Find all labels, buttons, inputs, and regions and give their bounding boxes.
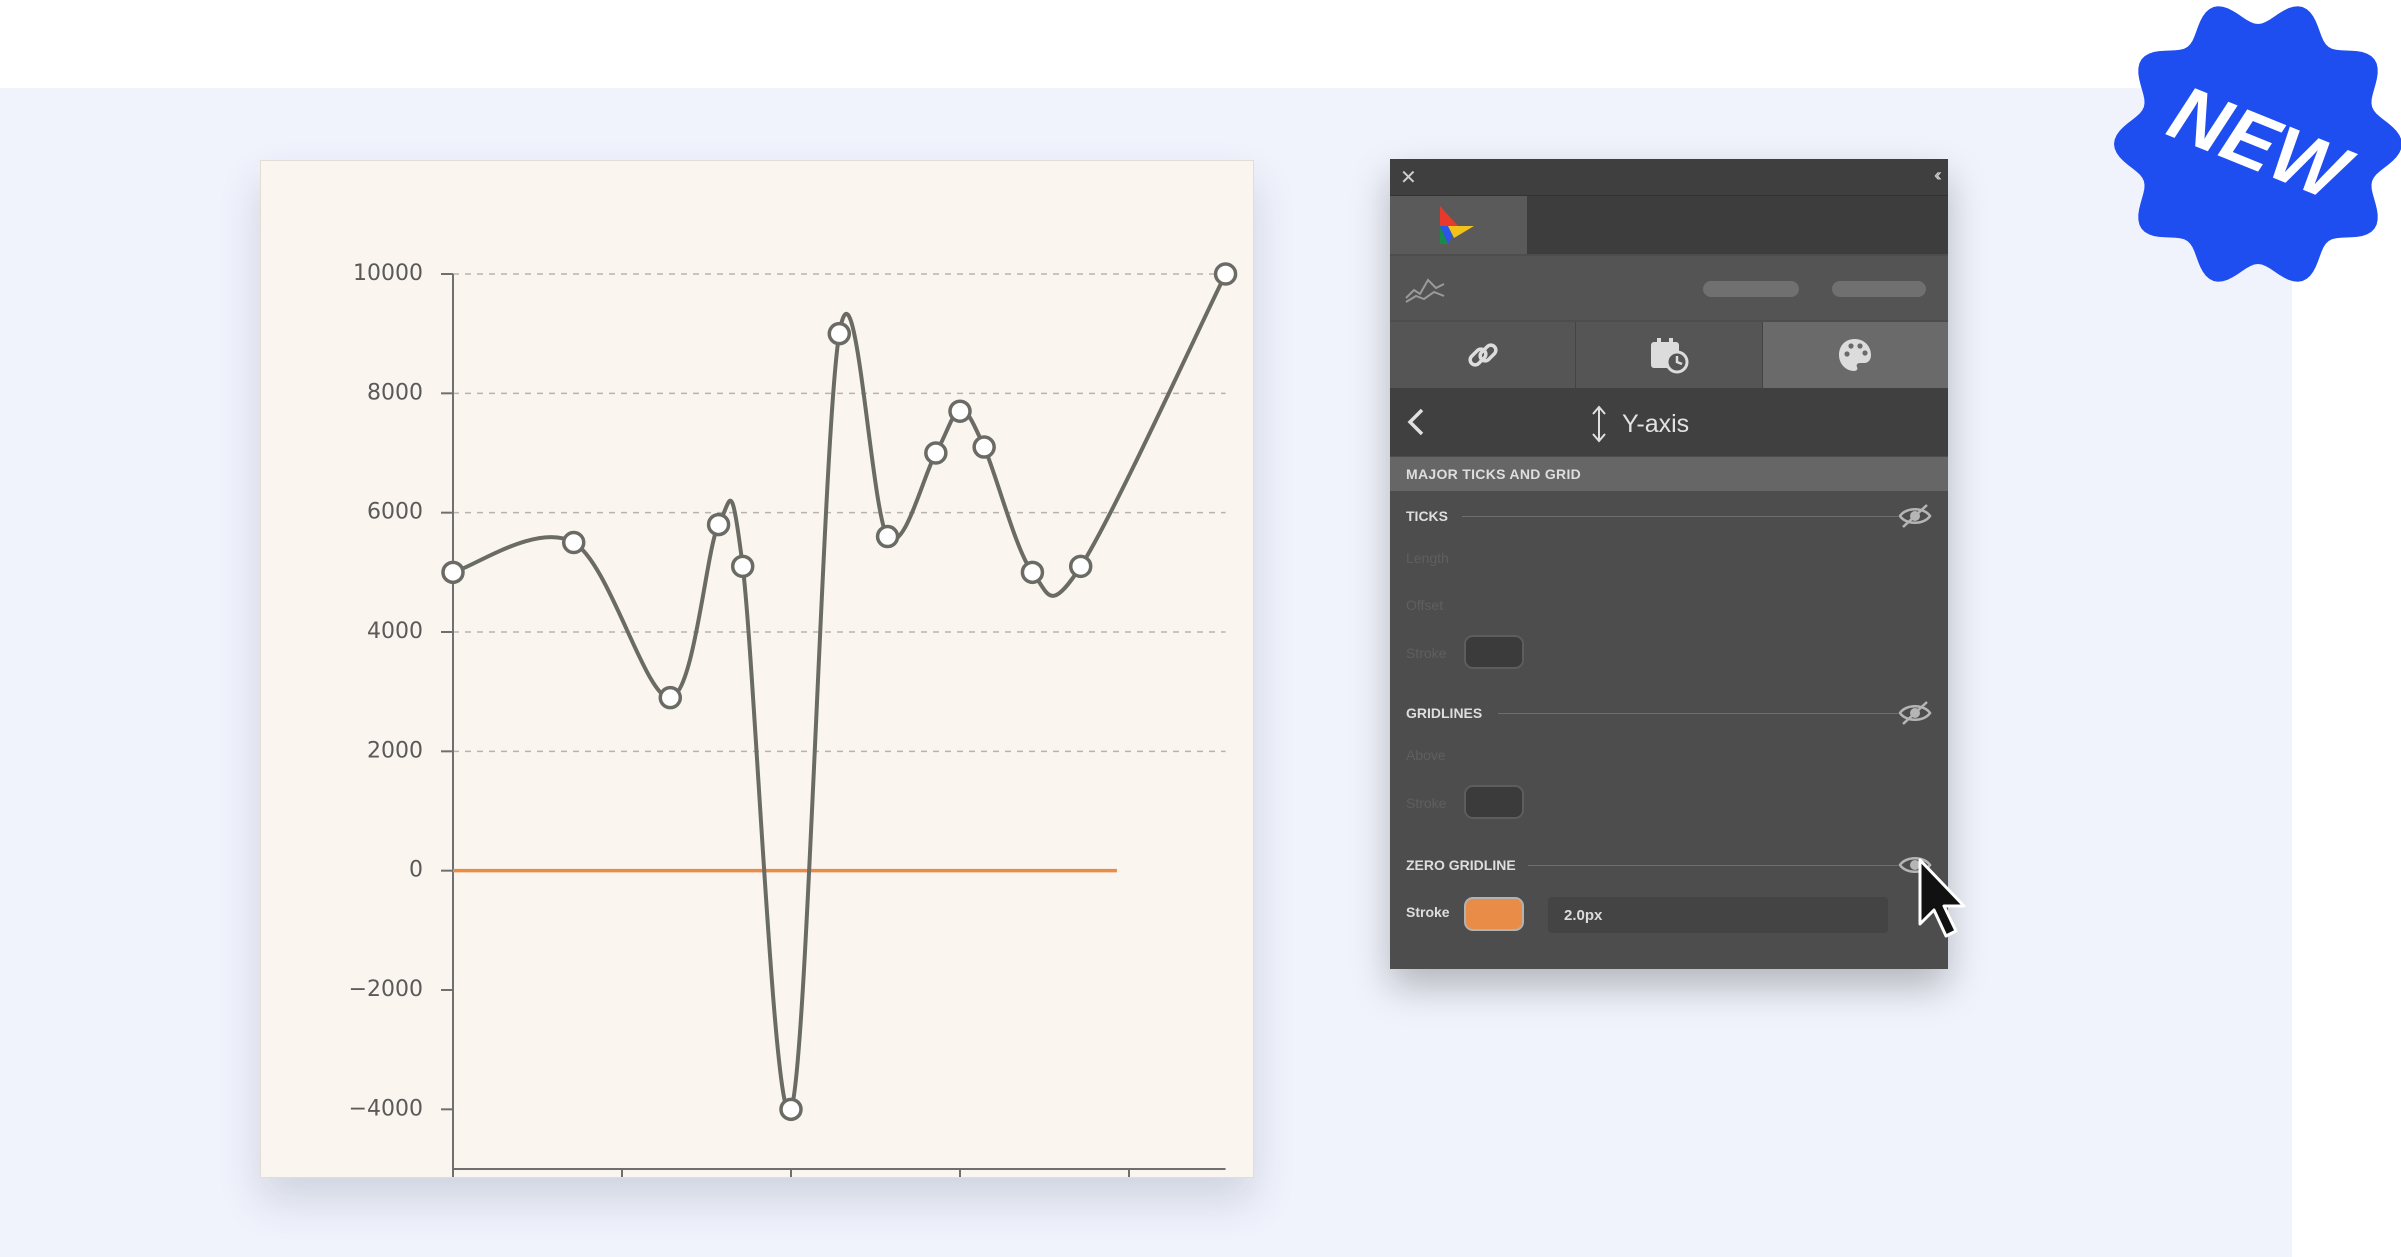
data-point — [441, 560, 465, 585]
stroke-width-input[interactable]: 2.0px — [1548, 897, 1888, 933]
section-header: MAJOR TICKS AND GRID — [1390, 457, 1948, 491]
mouse-cursor-icon — [1918, 858, 1966, 938]
new-badge: NEW — [2114, 6, 2401, 282]
series-line — [452, 273, 1228, 1114]
panel-header: Y-axis — [1390, 388, 1948, 456]
data-point — [924, 441, 948, 465]
above-label: Above — [1406, 747, 1446, 763]
app-tab-row — [1390, 196, 1948, 254]
data-point — [948, 399, 972, 423]
y-tick-label: −2000 — [349, 977, 423, 1002]
divider — [1498, 713, 1898, 714]
tab-style[interactable] — [1762, 322, 1948, 388]
length-label: Length — [1406, 550, 1449, 566]
line-chart: 1000080006000400020000−2000−400028 Oct4 … — [349, 261, 1238, 1177]
link-icon — [1468, 343, 1498, 367]
data-point — [658, 685, 683, 710]
eye-off-icon[interactable] — [1898, 699, 1932, 727]
y-tick-label: 0 — [409, 858, 423, 883]
data-point — [706, 512, 731, 537]
y-tick-label: 8000 — [367, 380, 423, 405]
data-point — [1020, 560, 1045, 585]
y-tick-label: 2000 — [367, 738, 423, 763]
panel-title-group: Y-axis — [1590, 404, 1689, 444]
tab-link[interactable] — [1390, 322, 1577, 388]
divider — [1528, 865, 1898, 866]
ticks-stroke-label: Stroke — [1406, 645, 1447, 661]
placeholder-pill — [1703, 281, 1799, 297]
calendar-clock-icon — [1650, 338, 1689, 374]
data-point — [827, 321, 852, 346]
data-point — [561, 530, 586, 555]
app-logo-tab[interactable] — [1390, 196, 1527, 254]
placeholder-pill — [1832, 281, 1926, 297]
area-chart-icon[interactable] — [1404, 272, 1446, 304]
data-point — [972, 435, 996, 459]
y-tick-label: 6000 — [367, 500, 423, 525]
data-point — [1068, 554, 1093, 579]
divider — [1462, 516, 1898, 517]
y-tick-label: 10000 — [353, 261, 423, 286]
zero-stroke-swatch[interactable] — [1464, 897, 1524, 931]
gridlines-group-title: GRIDLINES — [1406, 705, 1483, 721]
palette-icon — [1839, 339, 1872, 371]
data-point — [730, 554, 755, 579]
panel-title: Y-axis — [1622, 409, 1690, 438]
gridlines-stroke-swatch[interactable] — [1464, 785, 1524, 819]
panel-tabs — [1390, 322, 1948, 388]
collapse-icon[interactable]: ‹‹ — [1934, 165, 1942, 186]
ticks-stroke-swatch[interactable] — [1464, 635, 1524, 669]
zero-stroke-label: Stroke — [1406, 904, 1450, 920]
y-tick-label: −4000 — [349, 1096, 423, 1121]
vertical-arrows-icon — [1592, 405, 1606, 443]
chart-card: 1000080006000400020000−2000−400028 Oct4 … — [260, 160, 1254, 1178]
gridlines-stroke-label: Stroke — [1406, 795, 1447, 811]
offset-label: Offset — [1406, 597, 1444, 613]
panel-titlebar: ✕ ‹‹ — [1390, 159, 1948, 196]
zero-gridline-group-title: ZERO GRIDLINE — [1406, 857, 1516, 873]
data-point — [779, 1097, 803, 1122]
section-title: MAJOR TICKS AND GRID — [1406, 466, 1582, 482]
back-arrow-icon[interactable] — [1404, 406, 1428, 438]
y-tick-label: 4000 — [367, 619, 423, 644]
app-logo-icon — [1440, 206, 1474, 244]
close-icon[interactable]: ✕ — [1400, 165, 1417, 190]
settings-panel: ✕ ‹‹ Y-axis MAJOR TICKS AND GRID TICKS L… — [1390, 159, 1948, 969]
eye-off-icon[interactable] — [1898, 502, 1932, 530]
ticks-group-title: TICKS — [1406, 508, 1448, 524]
data-point — [1213, 262, 1238, 286]
data-point — [875, 524, 900, 549]
chart-type-row — [1390, 256, 1948, 320]
tab-schedule[interactable] — [1576, 322, 1763, 388]
